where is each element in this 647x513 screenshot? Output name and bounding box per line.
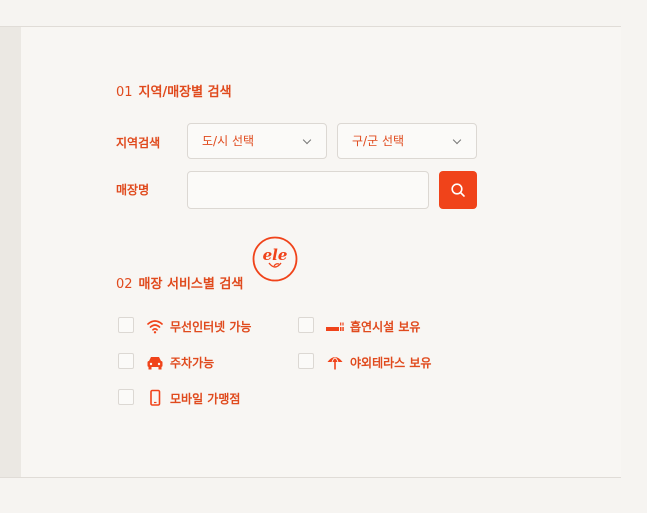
chevron-down-icon <box>452 135 462 145</box>
mobile-icon <box>150 389 161 406</box>
option-label: 주차가능 <box>170 356 215 370</box>
terrace-checkbox[interactable] <box>298 353 314 369</box>
district-select-value: 구/군 선택 <box>352 134 405 148</box>
cigarette-icon <box>326 322 344 331</box>
left-sidebar-strip <box>0 27 21 477</box>
parking-checkbox[interactable] <box>118 353 134 369</box>
store-name-input[interactable] <box>187 171 429 209</box>
service-section-title: 02 매장 서비스별 검색 <box>116 273 243 292</box>
option-label: 무선인터넷 가능 <box>170 320 252 334</box>
search-button[interactable] <box>439 171 477 209</box>
mobile-checkbox[interactable] <box>118 389 134 405</box>
wifi-icon <box>147 320 163 334</box>
section-number: 02 <box>116 277 133 292</box>
store-name-label: 매장명 <box>116 183 150 197</box>
logo-text: ele <box>263 246 288 264</box>
ele-logo: ele <box>252 236 298 282</box>
smoking-checkbox[interactable] <box>298 317 314 333</box>
section-title-text: 매장 서비스별 검색 <box>138 277 244 292</box>
option-label: 모바일 가맹점 <box>170 392 241 406</box>
option-label: 야외테라스 보유 <box>350 356 432 370</box>
section-title-text: 지역/매장별 검색 <box>138 85 232 100</box>
option-label: 흡연시설 보유 <box>350 320 421 334</box>
city-select[interactable]: 도/시 선택 <box>187 123 327 159</box>
bottom-divider <box>0 477 621 478</box>
wifi-checkbox[interactable] <box>118 317 134 333</box>
city-select-value: 도/시 선택 <box>202 134 255 148</box>
umbrella-icon <box>327 357 343 370</box>
region-section-title: 01 지역/매장별 검색 <box>116 81 232 100</box>
section-number: 01 <box>116 85 133 100</box>
search-icon <box>451 183 465 197</box>
car-icon <box>147 357 163 370</box>
region-label: 지역검색 <box>116 136 161 150</box>
search-panel <box>21 27 621 477</box>
chevron-down-icon <box>302 135 312 145</box>
district-select[interactable]: 구/군 선택 <box>337 123 477 159</box>
